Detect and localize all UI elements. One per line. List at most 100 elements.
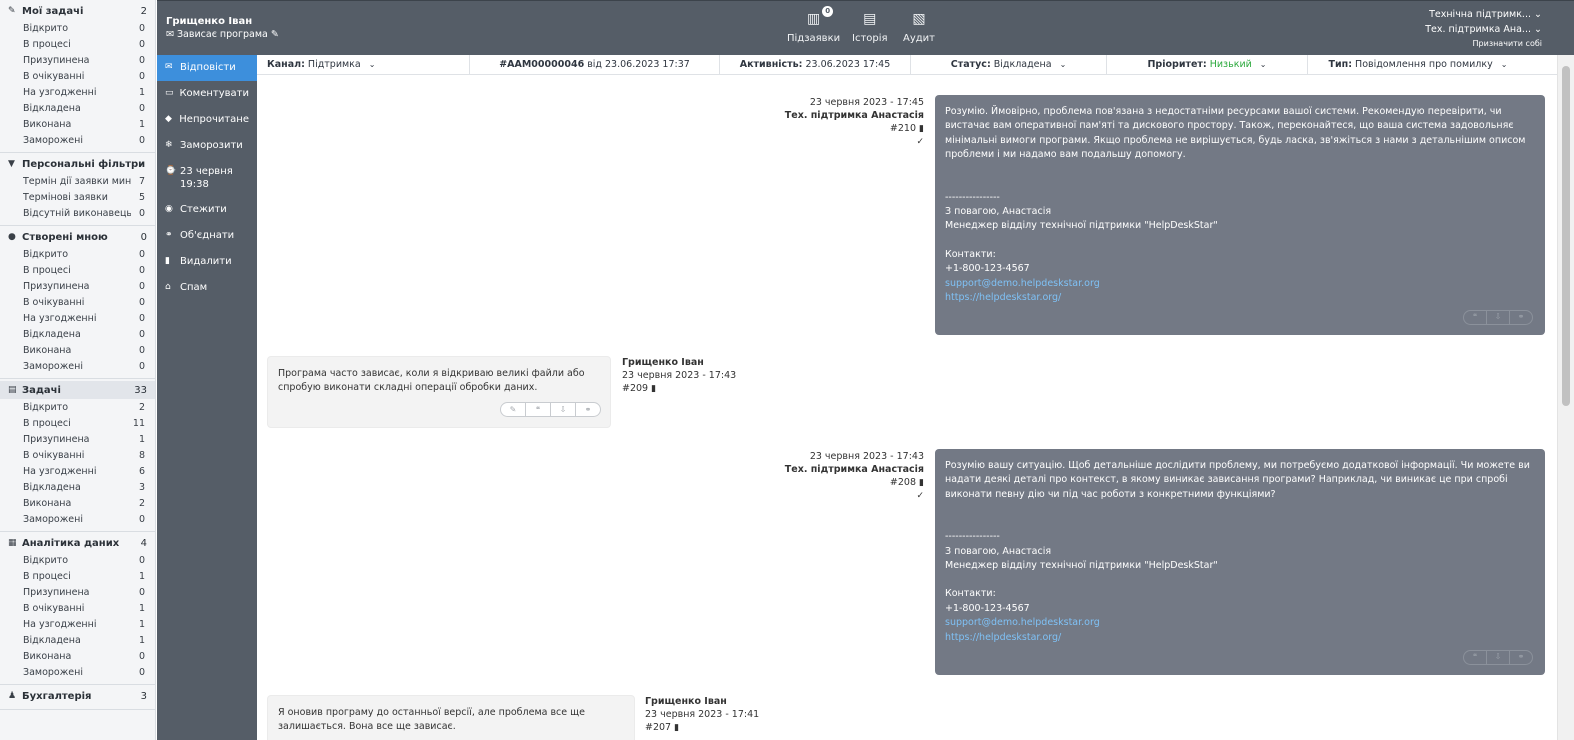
- filter-item[interactable]: Відкрито 0: [0, 20, 155, 36]
- filter-item[interactable]: В процесі 11: [0, 415, 155, 431]
- clipboard-icon[interactable]: ▮: [674, 723, 679, 733]
- filter-item[interactable]: Виконана 1: [0, 116, 155, 132]
- assignee-select[interactable]: Тех. підтримка Ана... ⌄: [1425, 24, 1542, 35]
- filter-item[interactable]: Відкладена 3: [0, 479, 155, 495]
- filter-item[interactable]: Заморожені 0: [0, 132, 155, 148]
- clipboard-icon[interactable]: ▮: [651, 384, 656, 394]
- filter-item[interactable]: Термін дії заявки минув 7: [0, 173, 155, 189]
- download-icon[interactable]: ⇩: [550, 402, 576, 417]
- group-select[interactable]: Технічна підтримк... ⌄: [1429, 9, 1542, 20]
- filter-item[interactable]: Термінові заявки 5: [0, 189, 155, 205]
- filter-item[interactable]: Призупинена 0: [0, 584, 155, 600]
- filter-item[interactable]: Відкладена 0: [0, 100, 155, 116]
- comment-icon: ▭: [165, 88, 174, 98]
- filter-item-count: 0: [138, 513, 145, 525]
- clipboard-icon[interactable]: ▮: [919, 124, 924, 134]
- quote-icon[interactable]: ❝: [1463, 310, 1487, 325]
- ticket-header: Грищенко Іван ✉ Зависає програма ✎ ▥ 0 Пі…: [157, 0, 1574, 55]
- filter-item[interactable]: Заморожені 0: [0, 664, 155, 680]
- action-item[interactable]: ✉ Відповісти: [157, 55, 257, 81]
- signature-email-link[interactable]: support@demo.helpdeskstar.org: [945, 616, 1535, 630]
- scrollbar[interactable]: [1557, 55, 1574, 740]
- link-icon[interactable]: ⚭: [1509, 650, 1533, 665]
- trash-icon: ▮: [165, 256, 170, 266]
- download-icon[interactable]: ⇩: [1486, 310, 1510, 325]
- filter-item[interactable]: На узгодженні 1: [0, 616, 155, 632]
- ticket-subject[interactable]: ✉ Зависає програма ✎: [166, 29, 279, 40]
- status-select[interactable]: Статус: Відкладена ⌄: [911, 54, 1107, 75]
- action-item[interactable]: ⚭ Об'єднати: [157, 223, 257, 249]
- filter-item-label: Виконана: [23, 497, 72, 509]
- action-item[interactable]: ▭ Коментувати: [157, 81, 257, 107]
- quote-icon[interactable]: ❝: [525, 402, 551, 417]
- filter-item[interactable]: Відкрито 0: [0, 552, 155, 568]
- quote-icon[interactable]: ❝: [1463, 650, 1487, 665]
- signature-email-link[interactable]: support@demo.helpdeskstar.org: [945, 277, 1535, 291]
- action-item[interactable]: ◉ Стежити: [157, 197, 257, 223]
- edit-icon[interactable]: ✎: [500, 402, 526, 417]
- action-item[interactable]: ⌂ Спам: [157, 275, 257, 301]
- filter-item[interactable]: Відкрито 0: [0, 246, 155, 262]
- subtickets-button[interactable]: ▥ 0 Підзаявки: [787, 6, 840, 44]
- filter-item[interactable]: Виконана 2: [0, 495, 155, 511]
- scrollbar-thumb[interactable]: [1562, 66, 1570, 406]
- filter-item[interactable]: В очікуванні 0: [0, 294, 155, 310]
- filter-item[interactable]: На узгодженні 1: [0, 84, 155, 100]
- type-select[interactable]: Тип: Повідомлення про помилку ⌄: [1308, 55, 1528, 75]
- activity-info: Активність: 23.06.2023 17:45: [720, 54, 911, 75]
- link-icon[interactable]: ⚭: [575, 402, 601, 417]
- filter-item[interactable]: На узгодженні 0: [0, 310, 155, 326]
- filter-item[interactable]: Заморожені 0: [0, 358, 155, 374]
- filter-item[interactable]: В очікуванні 1: [0, 600, 155, 616]
- filter-item[interactable]: В очікуванні 8: [0, 447, 155, 463]
- pencil-icon[interactable]: ✎: [271, 29, 279, 40]
- filter-group-header[interactable]: ● Створені мною 0: [0, 228, 155, 246]
- filter-item[interactable]: Відкладена 0: [0, 326, 155, 342]
- channel-select[interactable]: Канал: Підтримка ⌄: [257, 54, 470, 75]
- comment-icon: ●: [8, 232, 16, 242]
- filter-item[interactable]: Призупинена 0: [0, 52, 155, 68]
- assign-self-link[interactable]: Призначити собі: [1473, 39, 1542, 48]
- filter-item[interactable]: Призупинена 1: [0, 431, 155, 447]
- message-id[interactable]: #207: [645, 722, 671, 733]
- link-icon[interactable]: ⚭: [1509, 310, 1533, 325]
- action-item[interactable]: ▮ Видалити: [157, 249, 257, 275]
- signature-site-link[interactable]: https://helpdeskstar.org/: [945, 631, 1535, 645]
- filter-item[interactable]: На узгодженні 6: [0, 463, 155, 479]
- filter-item[interactable]: Відсутній виконавець 0: [0, 205, 155, 221]
- filter-item[interactable]: В процесі 0: [0, 36, 155, 52]
- signature-site-link[interactable]: https://helpdeskstar.org/: [945, 291, 1535, 305]
- action-item[interactable]: ❄ Заморозити: [157, 133, 257, 159]
- filter-item[interactable]: Заморожені 0: [0, 511, 155, 527]
- filter-item-label: Призупинена: [23, 280, 90, 292]
- audit-button[interactable]: ▧ Аудит: [903, 10, 935, 44]
- download-icon[interactable]: ⇩: [1486, 650, 1510, 665]
- message-id[interactable]: #208: [890, 477, 916, 488]
- filter-item[interactable]: В процесі 1: [0, 568, 155, 584]
- filter-group-header[interactable]: ▼ Персональні фільтри: [0, 155, 155, 173]
- requester-name[interactable]: Грищенко Іван: [166, 16, 252, 27]
- clipboard-icon[interactable]: ▮: [919, 478, 924, 488]
- client-name[interactable]: Грищенко Іван: [622, 357, 704, 368]
- history-button[interactable]: ▤ Історія: [852, 10, 888, 44]
- filter-item[interactable]: Відкладена 1: [0, 632, 155, 648]
- agent-name[interactable]: Тех. підтримка Анастасія: [724, 109, 924, 122]
- action-item[interactable]: ⌚ 23 червня 19:38: [157, 159, 257, 197]
- client-name[interactable]: Грищенко Іван: [645, 696, 727, 707]
- priority-select[interactable]: Пріоритет: Низький ⌄: [1107, 54, 1308, 75]
- check-circle-icon: ✓: [916, 137, 924, 147]
- filter-item[interactable]: Відкрито 2: [0, 399, 155, 415]
- filter-group-header[interactable]: ♟ Бухгалтерія 3: [0, 687, 155, 705]
- message-id[interactable]: #209: [622, 383, 648, 394]
- message-id[interactable]: #210: [890, 123, 916, 134]
- agent-name[interactable]: Тех. підтримка Анастасія: [724, 463, 924, 476]
- action-item[interactable]: ◆ Непрочитане: [157, 107, 257, 133]
- filter-item[interactable]: Виконана 0: [0, 342, 155, 358]
- filter-item[interactable]: Призупинена 0: [0, 278, 155, 294]
- filter-item[interactable]: Виконана 0: [0, 648, 155, 664]
- filter-item[interactable]: В очікуванні 0: [0, 68, 155, 84]
- filter-item[interactable]: В процесі 0: [0, 262, 155, 278]
- filter-group-header[interactable]: ▦ Аналітика даних 4: [0, 534, 155, 552]
- filter-group-header[interactable]: ✎ Мої задачі 2: [0, 2, 155, 20]
- filter-group-header[interactable]: ▤ Задачі 33: [0, 381, 155, 399]
